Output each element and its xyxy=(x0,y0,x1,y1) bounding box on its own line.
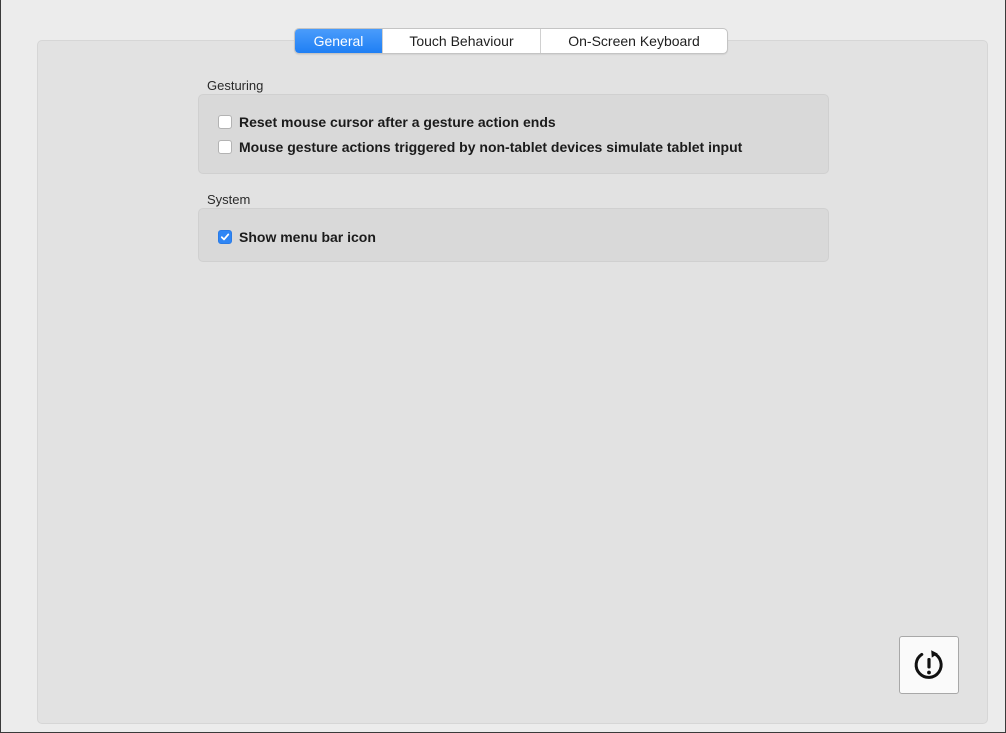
preferences-window: General Touch Behaviour On-Screen Keyboa… xyxy=(0,0,1006,733)
checkmark-icon xyxy=(220,233,230,241)
system-section-label: System xyxy=(207,192,251,207)
simulate-tablet-input-label[interactable]: Mouse gesture actions triggered by non-t… xyxy=(239,139,742,155)
gesturing-group: Reset mouse cursor after a gesture actio… xyxy=(198,94,829,174)
reset-cursor-option[interactable]: Reset mouse cursor after a gesture actio… xyxy=(218,112,556,132)
show-menu-bar-icon-checkbox[interactable] xyxy=(218,230,232,244)
tab-general[interactable]: General xyxy=(295,29,383,53)
simulate-tablet-input-checkbox[interactable] xyxy=(218,140,232,154)
reset-cursor-checkbox[interactable] xyxy=(218,115,232,129)
tab-bar: General Touch Behaviour On-Screen Keyboa… xyxy=(294,28,728,54)
show-menu-bar-icon-option[interactable]: Show menu bar icon xyxy=(218,227,376,247)
tab-on-screen-keyboard[interactable]: On-Screen Keyboard xyxy=(541,29,727,53)
show-menu-bar-icon-label[interactable]: Show menu bar icon xyxy=(239,229,376,245)
system-group: Show menu bar icon xyxy=(198,208,829,262)
simulate-tablet-input-option[interactable]: Mouse gesture actions triggered by non-t… xyxy=(218,137,742,157)
reset-cursor-label[interactable]: Reset mouse cursor after a gesture actio… xyxy=(239,114,556,130)
tab-touch-behaviour[interactable]: Touch Behaviour xyxy=(383,29,541,53)
restart-button[interactable] xyxy=(899,636,959,694)
gesturing-section-label: Gesturing xyxy=(207,78,264,93)
restart-alert-icon xyxy=(914,650,943,679)
